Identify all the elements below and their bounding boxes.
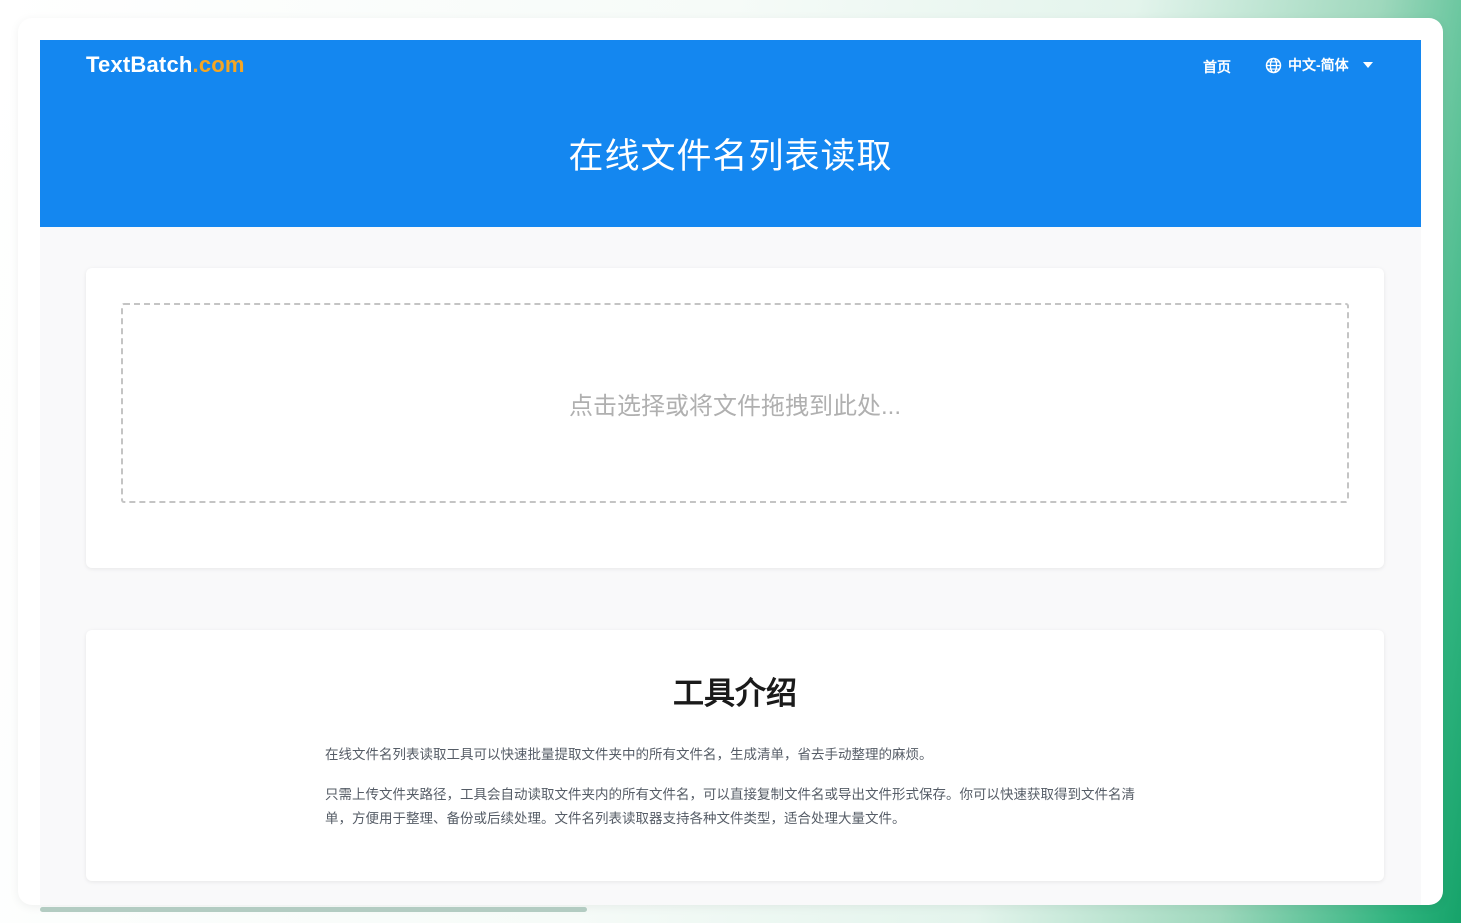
intro-card: 工具介绍 在线文件名列表读取工具可以快速批量提取文件夹中的所有文件名，生成清单，… — [86, 630, 1384, 881]
intro-paragraph-2: 只需上传文件夹路径，工具会自动读取文件夹内的所有文件名，可以直接复制文件名或导出… — [325, 787, 1135, 826]
site-logo[interactable]: TextBatch.com — [86, 52, 245, 78]
language-label: 中文-简体 — [1288, 57, 1349, 73]
browser-window: TextBatch.com 首页 中文-简体 在线文件名列表读取 点击选择或将文… — [18, 18, 1443, 905]
chevron-down-icon — [1362, 62, 1373, 68]
page-viewport: TextBatch.com 首页 中文-简体 在线文件名列表读取 点击选择或将文… — [40, 40, 1421, 905]
header-banner: TextBatch.com 首页 中文-简体 在线文件名列表读取 — [40, 40, 1421, 227]
file-dropzone[interactable]: 点击选择或将文件拖拽到此处... — [121, 303, 1349, 503]
page-title: 在线文件名列表读取 — [568, 137, 893, 176]
globe-icon — [1265, 57, 1282, 74]
upload-card: 点击选择或将文件拖拽到此处... — [86, 268, 1384, 568]
language-selector[interactable]: 中文-简体 — [1265, 55, 1373, 75]
logo-main-text: TextBatch — [86, 52, 193, 77]
dropzone-placeholder: 点击选择或将文件拖拽到此处... — [568, 392, 901, 420]
nav-home-link[interactable]: 首页 — [1203, 57, 1231, 77]
horizontal-scrollbar[interactable] — [40, 907, 587, 912]
intro-title: 工具介绍 — [673, 676, 797, 711]
intro-paragraph-1: 在线文件名列表读取工具可以快速批量提取文件夹中的所有文件名，生成清单，省去手动整… — [325, 747, 933, 762]
logo-suffix-text: .com — [192, 52, 245, 77]
